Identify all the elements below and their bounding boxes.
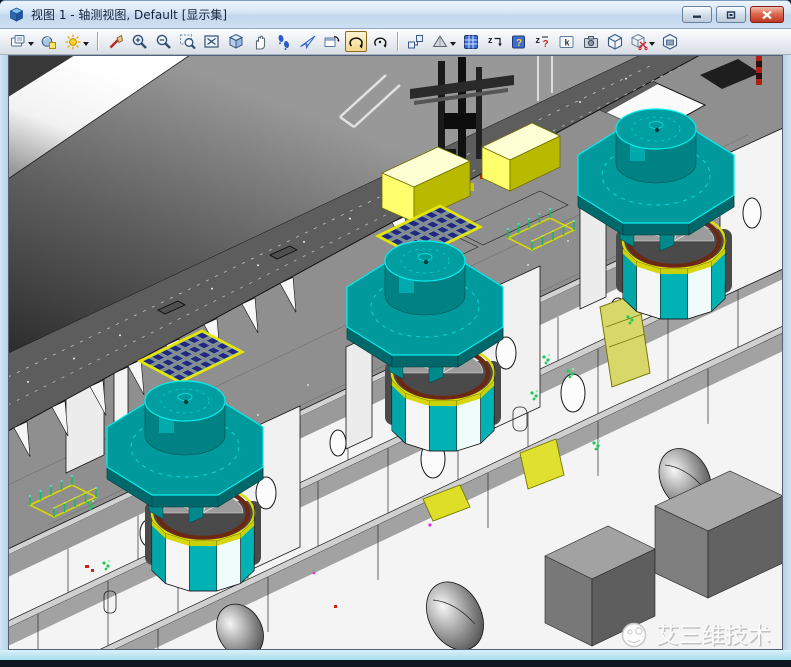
- striped-pole: [756, 55, 762, 85]
- dropdown-arrow-icon: [649, 42, 655, 49]
- z-order-icon: z: [486, 33, 504, 51]
- restore-button[interactable]: [716, 6, 746, 23]
- toolbar-button-z-query[interactable]: z?: [532, 31, 554, 52]
- toolbar-button-lighting[interactable]: [62, 31, 91, 52]
- close-button[interactable]: [750, 6, 784, 23]
- z-query-icon: z?: [534, 33, 552, 51]
- orbit-icon: [347, 33, 365, 51]
- rotate-window-icon: [323, 33, 341, 51]
- toolbar: z?z?k: [0, 29, 791, 55]
- toolbar-button-cube-clip[interactable]: [628, 31, 657, 52]
- toolbar-button-prism[interactable]: [429, 31, 458, 52]
- pan-icon: [251, 33, 269, 51]
- window-border-left: [0, 55, 8, 650]
- toolbar-button-zoom-window[interactable]: [177, 31, 199, 52]
- toolbar-button-fly[interactable]: [297, 31, 319, 52]
- minimize-button[interactable]: [682, 6, 712, 23]
- toolbar-button-panel-query[interactable]: ?: [508, 31, 530, 52]
- toolbar-separator: [97, 32, 99, 51]
- toolbar-button-cube-outline[interactable]: [604, 31, 626, 52]
- dropdown-arrow-icon: [83, 42, 89, 49]
- toolbar-button-zoom-fit[interactable]: [201, 31, 223, 52]
- zoom-in-icon: [131, 33, 149, 51]
- toolbar-button-rotate-window[interactable]: [321, 31, 343, 52]
- toolbar-separator: [397, 32, 399, 51]
- view-cube-icon: [227, 33, 245, 51]
- orbit-free-icon: [371, 33, 389, 51]
- cube-clip-icon: [630, 33, 648, 51]
- toolbar-button-orbit-free[interactable]: [369, 31, 391, 52]
- toolbar-button-view-cube[interactable]: [225, 31, 247, 52]
- zoom-window-icon: [179, 33, 197, 51]
- walk-icon: [275, 33, 293, 51]
- window-border-right: [783, 55, 791, 650]
- panel-query-icon: ?: [510, 33, 528, 51]
- watermark-logo-icon: [623, 624, 646, 647]
- toolbar-button-snapshot[interactable]: [580, 31, 602, 52]
- toolbar-button-cube-section[interactable]: [659, 31, 681, 52]
- dropdown-arrow-icon: [28, 42, 34, 49]
- display-set-icon: [9, 33, 27, 51]
- toolbar-button-walk[interactable]: [273, 31, 295, 52]
- window-controls: [682, 6, 784, 23]
- cube-outline-icon: [606, 33, 624, 51]
- svg-text:z: z: [488, 35, 493, 45]
- fly-icon: [299, 33, 317, 51]
- dropdown-arrow-icon: [450, 42, 456, 49]
- cube-section-icon: [661, 33, 679, 51]
- svg-text:z: z: [536, 35, 541, 45]
- zoom-fit-icon: [203, 33, 221, 51]
- desktop-edge: [0, 660, 791, 667]
- svg-text:?: ?: [543, 39, 549, 50]
- clip-link-icon: [407, 33, 425, 51]
- toolbar-button-render-mode[interactable]: [38, 31, 60, 52]
- window-title: 视图 1 - 轴测视图, Default [显示集]: [31, 6, 682, 23]
- toolbar-button-pan[interactable]: [249, 31, 271, 52]
- toolbar-button-refresh-view[interactable]: [105, 31, 127, 52]
- window-border-bottom: [0, 650, 791, 660]
- toolbar-button-orbit[interactable]: [345, 31, 367, 52]
- watermark-text: 艾三维技术: [656, 623, 771, 649]
- snapshot-icon: [582, 33, 600, 51]
- grid-panel-icon: [462, 33, 480, 51]
- titlebar[interactable]: 视图 1 - 轴测视图, Default [显示集]: [0, 1, 791, 29]
- toolbar-button-panel-key[interactable]: k: [556, 31, 578, 52]
- refresh-view-icon: [107, 33, 125, 51]
- toolbar-button-clip-link[interactable]: [405, 31, 427, 52]
- toolbar-button-zoom-in[interactable]: [129, 31, 151, 52]
- render-mode-icon: [40, 33, 58, 51]
- viewport-3d[interactable]: 艾三维技术 艾三维技术: [8, 55, 783, 650]
- toolbar-button-z-order[interactable]: z: [484, 31, 506, 52]
- app-cube-icon: [9, 7, 24, 22]
- toolbar-button-zoom-out[interactable]: [153, 31, 175, 52]
- viewport-3d-scene[interactable]: 艾三维技术 艾三维技术: [8, 55, 783, 650]
- zoom-out-icon: [155, 33, 173, 51]
- svg-text:?: ?: [516, 38, 522, 49]
- app-window: 视图 1 - 轴测视图, Default [显示集] z?z?k: [0, 0, 791, 667]
- prism-icon: [431, 33, 449, 51]
- lighting-icon: [64, 33, 82, 51]
- panel-key-icon: k: [558, 33, 576, 51]
- toolbar-button-grid-panel[interactable]: [460, 31, 482, 52]
- toolbar-button-display-set[interactable]: [7, 31, 36, 52]
